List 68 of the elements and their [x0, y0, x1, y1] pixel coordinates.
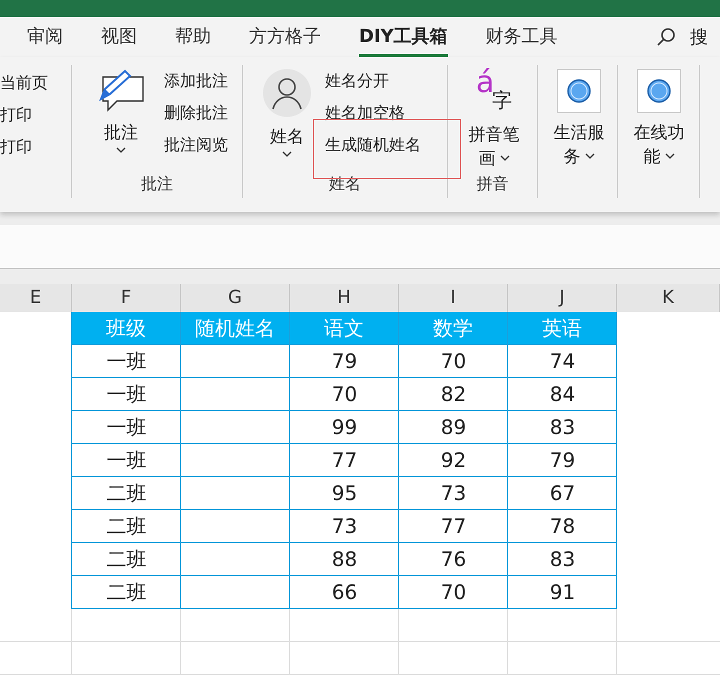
group-label: 批注	[140, 174, 174, 195]
table-cell-text: 83	[548, 546, 576, 573]
caret-icon	[282, 151, 292, 157]
comment-pencil-icon	[97, 69, 145, 113]
table-cell-text: 66	[330, 579, 358, 606]
table-cell-text: 70	[440, 348, 468, 375]
table-cell-text: 一班	[106, 414, 148, 441]
table-cell-text: 70	[330, 381, 358, 408]
table-cell-text: 89	[440, 414, 468, 441]
column-header[interactable]: E	[0, 284, 72, 312]
table-cell-text: 77	[440, 513, 468, 540]
table-cell: 数学	[399, 312, 508, 345]
ribbon-menu-item[interactable]: 打印	[0, 137, 48, 158]
ribbon-button[interactable]: 批注	[90, 69, 152, 174]
ribbon-menu-item[interactable]: 姓名加空格	[325, 103, 421, 124]
ribbon-button[interactable]: 生活服务	[546, 69, 612, 198]
ribbon-tab[interactable]: 视图	[101, 17, 137, 57]
caret-icon	[116, 147, 126, 153]
table-cell-text: 92	[440, 447, 468, 474]
ribbon-tab[interactable]: 审阅	[27, 17, 63, 57]
table-cell-text: 77	[330, 447, 358, 474]
table-cell-text: 73	[330, 513, 358, 540]
ribbon-menu-item[interactable]: 批注阅览	[164, 135, 228, 156]
table-cell-text: 一班	[106, 447, 148, 474]
person-icon	[263, 69, 311, 117]
table-cell-text: 79	[330, 348, 358, 375]
table-cell-text: 73	[440, 480, 468, 507]
table-cell-text: 74	[548, 348, 576, 375]
ribbon-button[interactable]: 姓名	[261, 69, 313, 174]
ribbon-tab[interactable]: 财务工具	[486, 17, 558, 57]
table-cell: 班级	[72, 312, 181, 345]
table-cell-text: 91	[548, 579, 576, 606]
ribbon-menu-item[interactable]: 当前页	[0, 73, 48, 94]
table-cell-text: 95	[330, 480, 358, 507]
table-cell: 语文	[290, 312, 399, 345]
ribbon-menu-item[interactable]: 生成随机姓名	[325, 135, 421, 156]
search-label[interactable]: 搜	[690, 25, 720, 49]
table-cell-text: 二班	[106, 579, 148, 606]
table-cell-text: 79	[548, 447, 576, 474]
table-cell-text: 78	[548, 513, 576, 540]
group-label: 拼音	[476, 174, 510, 195]
ribbon-menu-item[interactable]: 打印	[0, 105, 48, 126]
table-cell-text: 82	[440, 381, 468, 408]
column-header[interactable]: K	[617, 284, 720, 312]
table-cell-text: 二班	[106, 546, 148, 573]
table-cell: 英语	[508, 312, 617, 345]
table-cell-text: 一班	[106, 381, 148, 408]
table-cell-text: 67	[548, 480, 576, 507]
ribbon-tab[interactable]: 帮助	[175, 17, 211, 57]
table-cell-text: 88	[330, 546, 358, 573]
caret-icon	[500, 154, 510, 161]
table-cell-text: 84	[548, 381, 576, 408]
search-icon[interactable]	[656, 27, 676, 47]
table-cell: 随机姓名	[181, 312, 290, 345]
table-cell-text: 76	[440, 546, 468, 573]
ribbon-menu-item[interactable]: 添加批注	[164, 71, 228, 92]
table-cell-text: 一班	[106, 348, 148, 375]
table-cell-text: 99	[330, 414, 358, 441]
caret-icon	[664, 152, 674, 159]
table-cell-text: 二班	[106, 513, 148, 540]
caret-icon	[584, 152, 594, 159]
ribbon-menu-item[interactable]: 姓名分开	[325, 71, 421, 92]
ribbon-tab[interactable]: 方方格子	[249, 17, 321, 57]
ribbon-button[interactable]: 在线功能	[626, 69, 692, 198]
table-cell-text: 二班	[106, 480, 148, 507]
table-cell-text: 70	[440, 579, 468, 606]
ribbon-menu-item[interactable]: 删除批注	[164, 103, 228, 124]
table-cell-text: 83	[548, 414, 576, 441]
